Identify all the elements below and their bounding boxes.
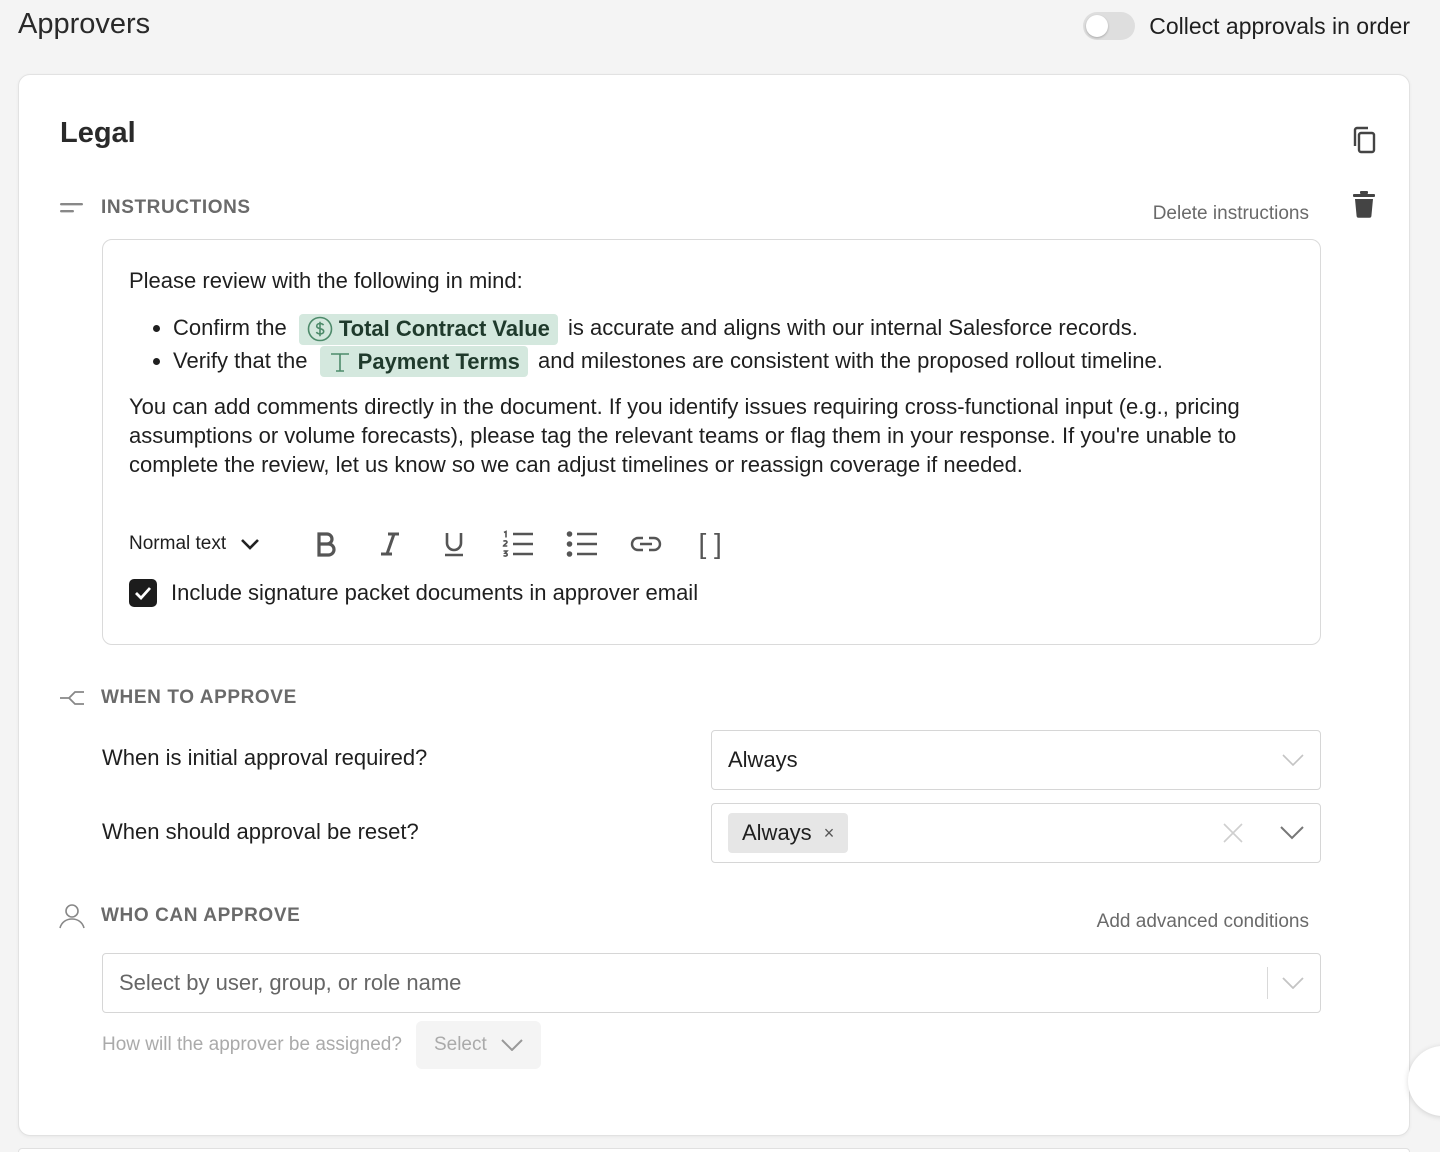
page-title: Approvers <box>18 8 151 40</box>
instructions-heading: INSTRUCTIONS <box>101 197 251 218</box>
include-signature-packet-row: Include signature packet documents in ap… <box>129 579 698 607</box>
underline-button[interactable] <box>434 526 474 562</box>
bullet-text: Confirm the <box>173 315 287 340</box>
bold-button[interactable] <box>306 526 346 562</box>
clear-icon[interactable] <box>1222 822 1244 844</box>
instructions-editor[interactable]: Please review with the following in mind… <box>102 239 1321 645</box>
reset-approval-question: When should approval be reset? <box>102 819 419 844</box>
next-card-edge <box>18 1148 1410 1152</box>
floating-action-button[interactable] <box>1408 1046 1440 1116</box>
chevron-down-icon <box>1282 754 1304 766</box>
trash-icon <box>1353 191 1375 218</box>
chevron-down-icon <box>241 539 260 550</box>
chevron-down-icon <box>1280 826 1304 840</box>
when-to-approve-heading: WHEN TO APPROVE <box>101 687 297 708</box>
short-text-icon <box>59 195 85 221</box>
underline-icon <box>445 533 464 557</box>
bullet-list-icon <box>566 531 598 557</box>
reset-approval-select[interactable]: Always × <box>711 803 1321 863</box>
instructions-bullet-list: Confirm the Total Contract Value is accu… <box>173 312 1294 378</box>
bullet-list-button[interactable] <box>562 526 602 562</box>
duplicate-button[interactable] <box>1349 125 1379 155</box>
toggle-knob <box>1086 15 1109 37</box>
assignment-select-value: Select <box>433 1034 487 1055</box>
italic-button[interactable] <box>370 526 410 562</box>
italic-icon <box>381 532 400 556</box>
include-signature-packet-checkbox[interactable] <box>129 579 157 607</box>
list-item: Verify that the Payment Terms and milest… <box>173 345 1294 378</box>
delete-instructions-link[interactable]: Delete instructions <box>1153 203 1309 225</box>
bullet-text: is accurate and aligns with our internal… <box>568 315 1138 340</box>
text-style-dropdown[interactable]: Normal text <box>129 533 260 555</box>
ordered-list-icon <box>502 530 534 557</box>
approver-search-placeholder: Select by user, group, or role name <box>119 970 462 995</box>
initial-approval-select[interactable]: Always <box>711 730 1321 790</box>
collect-in-order-label: Collect approvals in order <box>1149 12 1410 39</box>
field-chip-payment-terms[interactable]: Payment Terms <box>319 346 528 378</box>
who-can-approve-heading: WHO CAN APPROVE <box>101 905 301 926</box>
bullet-text: and milestones are consistent with the p… <box>538 347 1163 373</box>
add-advanced-conditions-link[interactable]: Add advanced conditions <box>1097 911 1309 933</box>
remove-tag-button[interactable]: × <box>824 823 835 844</box>
approver-search-select[interactable]: Select by user, group, or role name <box>102 953 1321 1013</box>
field-chip-total-contract-value[interactable]: Total Contract Value <box>298 313 558 345</box>
branch-icon <box>59 685 85 711</box>
link-button[interactable] <box>626 526 666 562</box>
chevron-down-icon <box>1282 977 1304 989</box>
ordered-list-button[interactable] <box>498 526 538 562</box>
text-style-value: Normal text <box>129 533 227 554</box>
instructions-intro: Please review with the following in mind… <box>129 268 523 293</box>
collect-in-order-toggle[interactable] <box>1083 12 1136 40</box>
assignment-select[interactable]: Select <box>415 1021 541 1069</box>
who-can-approve-section-header: WHO CAN APPROVE <box>59 903 300 929</box>
bold-icon <box>317 532 336 557</box>
brackets-icon: [ ] <box>698 528 722 559</box>
link-icon <box>630 536 662 552</box>
list-item: Confirm the Total Contract Value is accu… <box>173 312 1294 345</box>
include-signature-packet-label: Include signature packet documents in ap… <box>171 580 699 605</box>
collect-in-order-control: Collect approvals in order <box>1083 12 1410 40</box>
instructions-body: You can add comments directly in the doc… <box>129 394 1240 478</box>
approver-card: Legal INSTRUCTIONS Delete instructions P… <box>18 74 1410 1136</box>
checkmark-icon <box>135 587 152 600</box>
chip-label: Payment Terms <box>357 348 520 374</box>
select-divider <box>1267 967 1268 999</box>
formatting-toolbar: Normal text [ ] <box>129 526 754 562</box>
card-actions <box>1349 125 1379 219</box>
text-field-icon <box>328 350 352 374</box>
instructions-section-header: INSTRUCTIONS <box>59 195 251 221</box>
when-to-approve-section-header: WHEN TO APPROVE <box>59 685 297 711</box>
delete-button[interactable] <box>1349 189 1379 219</box>
bullet-text: Verify that the <box>173 347 308 373</box>
currency-icon <box>307 316 333 342</box>
user-icon <box>59 903 85 929</box>
reset-approval-tag: Always × <box>728 813 849 853</box>
chip-label: Total Contract Value <box>338 316 550 342</box>
assignment-label: How will the approver be assigned? <box>102 1034 402 1055</box>
brackets-button[interactable]: [ ] <box>690 526 730 562</box>
initial-approval-value: Always <box>728 747 798 772</box>
approver-group-title: Legal <box>60 117 136 149</box>
chevron-down-icon <box>501 1039 523 1051</box>
initial-approval-question: When is initial approval required? <box>102 745 428 770</box>
copy-icon <box>1353 126 1376 154</box>
assignment-row: How will the approver be assigned? Selec… <box>102 1021 541 1069</box>
tag-label: Always <box>742 820 812 845</box>
